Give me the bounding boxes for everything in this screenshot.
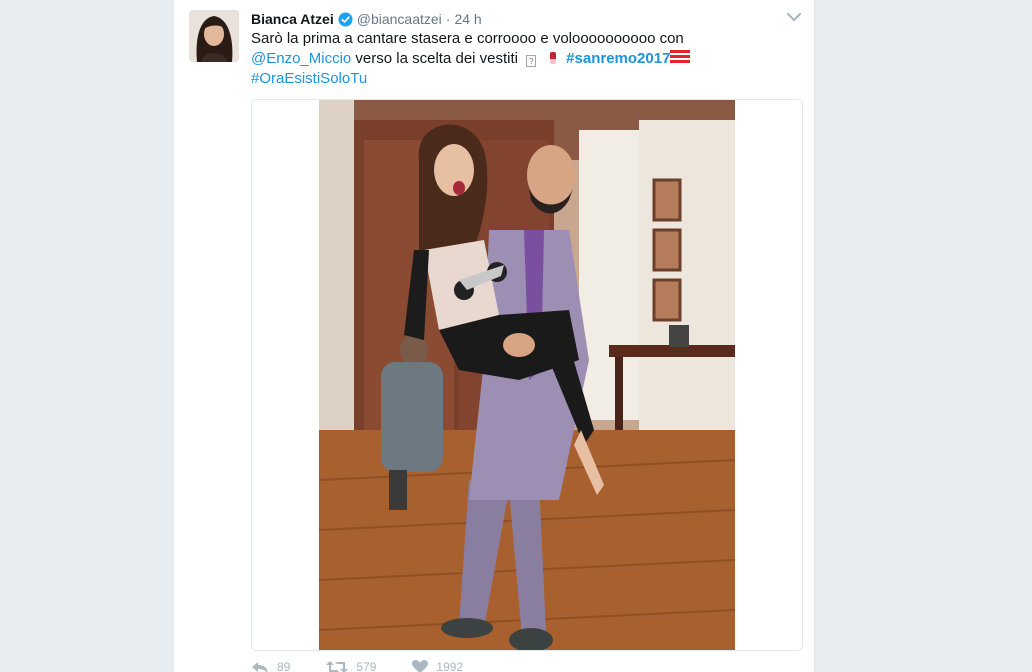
tweet-header: Bianca Atzei @biancaatzei · 24 h [251, 9, 482, 29]
author-fullname[interactable]: Bianca Atzei [251, 11, 334, 27]
avatar[interactable] [189, 10, 239, 62]
tweet-text: Sarò la prima a cantare stasera e corroo… [251, 29, 771, 89]
reply-icon [252, 662, 268, 672]
reply-button[interactable]: 89 [251, 660, 290, 672]
tweet-text-line-1: Sarò la prima a cantare stasera e corroo… [251, 29, 771, 49]
page: Bianca Atzei @biancaatzei · 24 h Sarò la… [0, 0, 1032, 672]
reply-count: 89 [277, 660, 291, 672]
hashtag-sanremo-link[interactable]: #sanremo2017 [566, 50, 670, 67]
tweet-text-part-1: Sarò la prima a cantare stasera e corroo… [251, 30, 684, 47]
like-count: 1992 [436, 660, 464, 672]
avatar-image [189, 10, 239, 62]
missing-emoji-icon: ? [526, 55, 537, 67]
tweet-card[interactable]: Bianca Atzei @biancaatzei · 24 h Sarò la… [173, 0, 815, 672]
retweet-button[interactable]: 579 [326, 660, 376, 672]
verified-badge-icon [338, 11, 353, 27]
like-button[interactable]: 1992 [412, 660, 463, 672]
tweet-actions: 89 579 1992 [251, 660, 499, 672]
tweet-photo[interactable] [319, 100, 735, 651]
mention-link[interactable]: @Enzo_Miccio [251, 50, 351, 67]
retweet-count: 579 [356, 660, 377, 672]
header-separator: · [445, 11, 451, 27]
flag-emoji-icon [670, 50, 691, 65]
tweet-timestamp[interactable]: 24 h [454, 11, 481, 27]
hashtag-oraesisti-link[interactable]: #OraEsistiSoloTu [251, 70, 367, 87]
retweet-icon [326, 661, 349, 672]
media-container[interactable] [251, 99, 803, 651]
tweet-text-part-2: verso la scelta dei vestiti [351, 50, 523, 67]
tweet-text-line-3: #OraEsistiSoloTu [251, 69, 771, 89]
lipstick-emoji-icon [550, 52, 557, 64]
author-username[interactable]: @biancaatzei [357, 11, 442, 27]
heart-icon [412, 660, 429, 672]
chevron-down-icon[interactable] [784, 8, 804, 26]
tweet-text-line-2: @Enzo_Miccio verso la scelta dei vestiti… [251, 49, 771, 69]
